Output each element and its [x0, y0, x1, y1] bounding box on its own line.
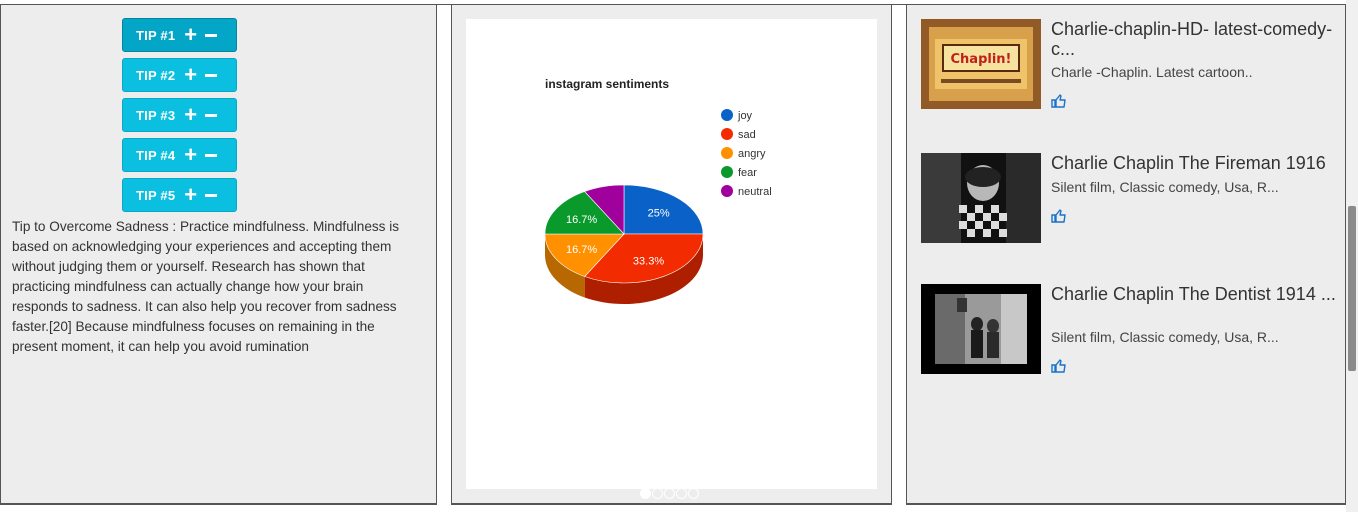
- tip-3-button[interactable]: TIP #3 +: [122, 98, 237, 132]
- video-description: Charle -Chaplin. Latest cartoon..: [1051, 64, 1253, 80]
- thumbs-up-icon[interactable]: [1051, 94, 1067, 108]
- minus-icon[interactable]: [205, 33, 218, 37]
- tip-1-button[interactable]: TIP #1 +: [122, 18, 237, 52]
- carousel-dot[interactable]: [664, 488, 675, 499]
- carousel-dot[interactable]: [640, 488, 651, 499]
- carousel-dots: [640, 488, 699, 500]
- tip-4-button[interactable]: TIP #4 +: [122, 138, 237, 172]
- plus-icon[interactable]: +: [184, 104, 197, 126]
- tip-label: TIP #1: [136, 27, 176, 43]
- slice-label-joy: 25%: [648, 208, 670, 220]
- legend-label-fear[interactable]: fear: [738, 167, 757, 179]
- video-description: Silent film, Classic comedy, Usa, R...: [1051, 179, 1279, 195]
- minus-icon[interactable]: [205, 153, 218, 157]
- slice-label-angry: 16.7%: [566, 244, 597, 256]
- chart-card: instagram sentiments 25% 33.3% 16.7% 16.7% jo…: [466, 19, 877, 489]
- thumbs-up-icon[interactable]: [1051, 359, 1067, 373]
- video-description: Silent film, Classic comedy, Usa, R...: [1051, 329, 1279, 345]
- tip-label: TIP #3: [136, 107, 176, 123]
- legend-label-neutral[interactable]: neutral: [738, 186, 772, 198]
- legend-marker-fear: [721, 166, 733, 178]
- video-thumbnail[interactable]: Chaplin!: [921, 19, 1041, 109]
- legend-marker-neutral: [721, 185, 733, 197]
- minus-icon[interactable]: [205, 73, 218, 77]
- thumbnail-title: Chaplin!: [951, 52, 1012, 67]
- legend-marker-angry: [721, 147, 733, 159]
- legend-marker-sad: [721, 128, 733, 140]
- video-thumbnail[interactable]: [921, 284, 1041, 374]
- slice-label-fear: 16.7%: [566, 214, 597, 226]
- tip-label: TIP #4: [136, 147, 176, 163]
- carousel-dot[interactable]: [652, 488, 663, 499]
- tip-label: TIP #5: [136, 187, 176, 203]
- tip-2-button[interactable]: TIP #2 +: [122, 58, 237, 92]
- tip-label: TIP #2: [136, 67, 176, 83]
- tip-text: Tip to Overcome Sadness : Practice mindf…: [12, 219, 400, 354]
- legend-marker-joy: [721, 109, 733, 121]
- video-title[interactable]: Charlie Chaplin The Fireman 1916: [1051, 153, 1336, 173]
- plus-icon[interactable]: +: [184, 144, 197, 166]
- slice-label-sad: 33.3%: [633, 255, 664, 267]
- plus-icon[interactable]: +: [184, 64, 197, 86]
- video-thumbnail[interactable]: [921, 153, 1041, 243]
- minus-icon[interactable]: [205, 193, 218, 197]
- legend-label-angry[interactable]: angry: [738, 148, 766, 160]
- video-title[interactable]: Charlie-chaplin-HD- latest-comedy-c...: [1051, 19, 1336, 59]
- pie-chart: instagram sentiments 25% 33.3% 16.7% 16.7% jo…: [544, 77, 772, 304]
- thumbs-up-icon[interactable]: [1051, 209, 1067, 223]
- carousel-dot[interactable]: [676, 488, 687, 499]
- plus-icon[interactable]: +: [184, 184, 197, 206]
- legend-label-sad[interactable]: sad: [738, 129, 756, 141]
- carousel-dot[interactable]: [688, 488, 699, 499]
- legend-label-joy[interactable]: joy: [737, 110, 753, 122]
- plus-icon[interactable]: +: [184, 24, 197, 46]
- tip-5-button[interactable]: TIP #5 +: [122, 178, 237, 212]
- minus-icon[interactable]: [205, 113, 218, 117]
- chart-title: instagram sentiments: [545, 77, 669, 91]
- video-title[interactable]: Charlie Chaplin The Dentist 1914 ...: [1051, 284, 1336, 304]
- scrollbar-thumb[interactable]: [1348, 206, 1356, 371]
